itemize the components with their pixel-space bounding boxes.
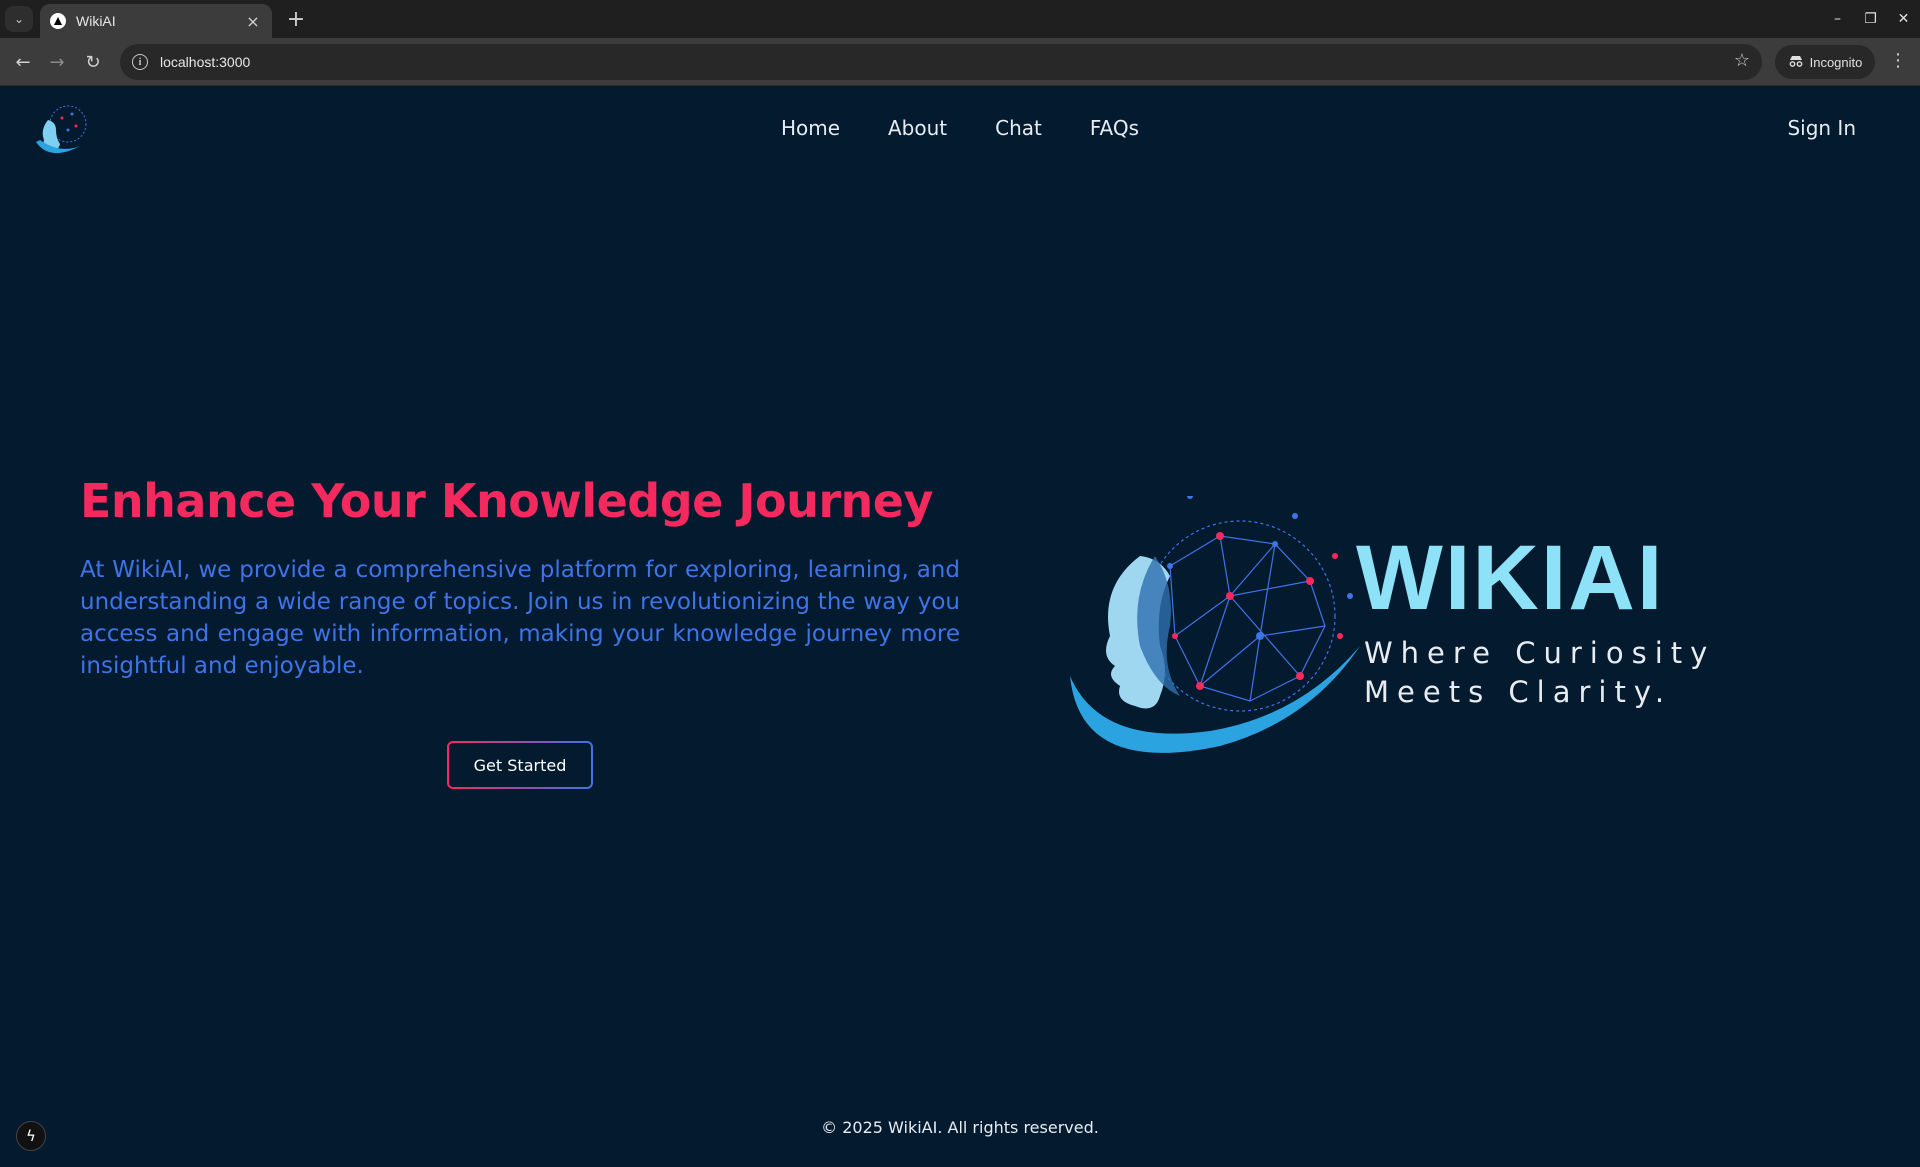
info-icon[interactable]: i — [132, 54, 148, 70]
nav-about[interactable]: About — [888, 116, 947, 140]
forward-icon[interactable]: → — [42, 48, 72, 76]
window-controls: – ❐ ✕ — [1821, 0, 1920, 38]
browser-toolbar: ← → ↻ i localhost:3000 ☆ Incognito ⋮ — [0, 38, 1920, 86]
nav-home[interactable]: Home — [781, 116, 840, 140]
brand-tagline: Where Curiosity Meets Clarity. — [1364, 634, 1764, 712]
reload-icon[interactable]: ↻ — [78, 48, 108, 76]
network-globe-icon — [1144, 520, 1336, 712]
favicon-icon — [50, 13, 66, 29]
tab-search-icon[interactable]: ⌄ — [5, 6, 33, 32]
incognito-badge[interactable]: Incognito — [1775, 45, 1875, 79]
page: Home About Chat FAQs Sign In Enhance You… — [0, 86, 1920, 1167]
close-icon[interactable]: × — [244, 12, 262, 31]
close-window-icon[interactable]: ✕ — [1887, 0, 1920, 38]
plus-icon[interactable]: + — [282, 6, 310, 32]
browser-tab[interactable]: WikiAI × — [40, 4, 272, 38]
tab-title: WikiAI — [76, 13, 116, 29]
back-icon[interactable]: ← — [8, 48, 38, 76]
dev-tools-icon[interactable]: ϟ — [16, 1121, 46, 1151]
network-nodes — [1167, 496, 1353, 690]
kebab-menu-icon[interactable]: ⋮ — [1888, 50, 1908, 71]
footer-copyright: © 2025 WikiAI. All rights reserved. — [821, 1118, 1099, 1137]
browser-tab-bar: ⌄ WikiAI × + – ❐ ✕ — [0, 0, 1920, 38]
nav-faqs[interactable]: FAQs — [1090, 116, 1139, 140]
incognito-label: Incognito — [1809, 54, 1863, 70]
url-text[interactable]: localhost:3000 — [160, 54, 250, 70]
incognito-icon — [1788, 54, 1804, 71]
restore-icon[interactable]: ❐ — [1854, 0, 1887, 38]
hero-title: Enhance Your Knowledge Journey — [80, 474, 933, 528]
tagline-line-1: Where Curiosity — [1364, 636, 1716, 670]
address-bar[interactable]: i localhost:3000 ☆ — [120, 44, 1762, 80]
main-nav: Home About Chat FAQs — [0, 116, 1920, 140]
get-started-button[interactable]: Get Started — [447, 741, 593, 789]
nav-chat[interactable]: Chat — [995, 116, 1042, 140]
brand-name: WIKIAI — [1356, 527, 1665, 629]
tagline-line-2: Meets Clarity. — [1364, 675, 1673, 709]
star-icon[interactable]: ☆ — [1734, 50, 1750, 71]
minimize-icon[interactable]: – — [1821, 0, 1854, 38]
hero-description: At WikiAI, we provide a comprehensive pl… — [80, 557, 960, 679]
sign-in-link[interactable]: Sign In — [1787, 116, 1856, 140]
